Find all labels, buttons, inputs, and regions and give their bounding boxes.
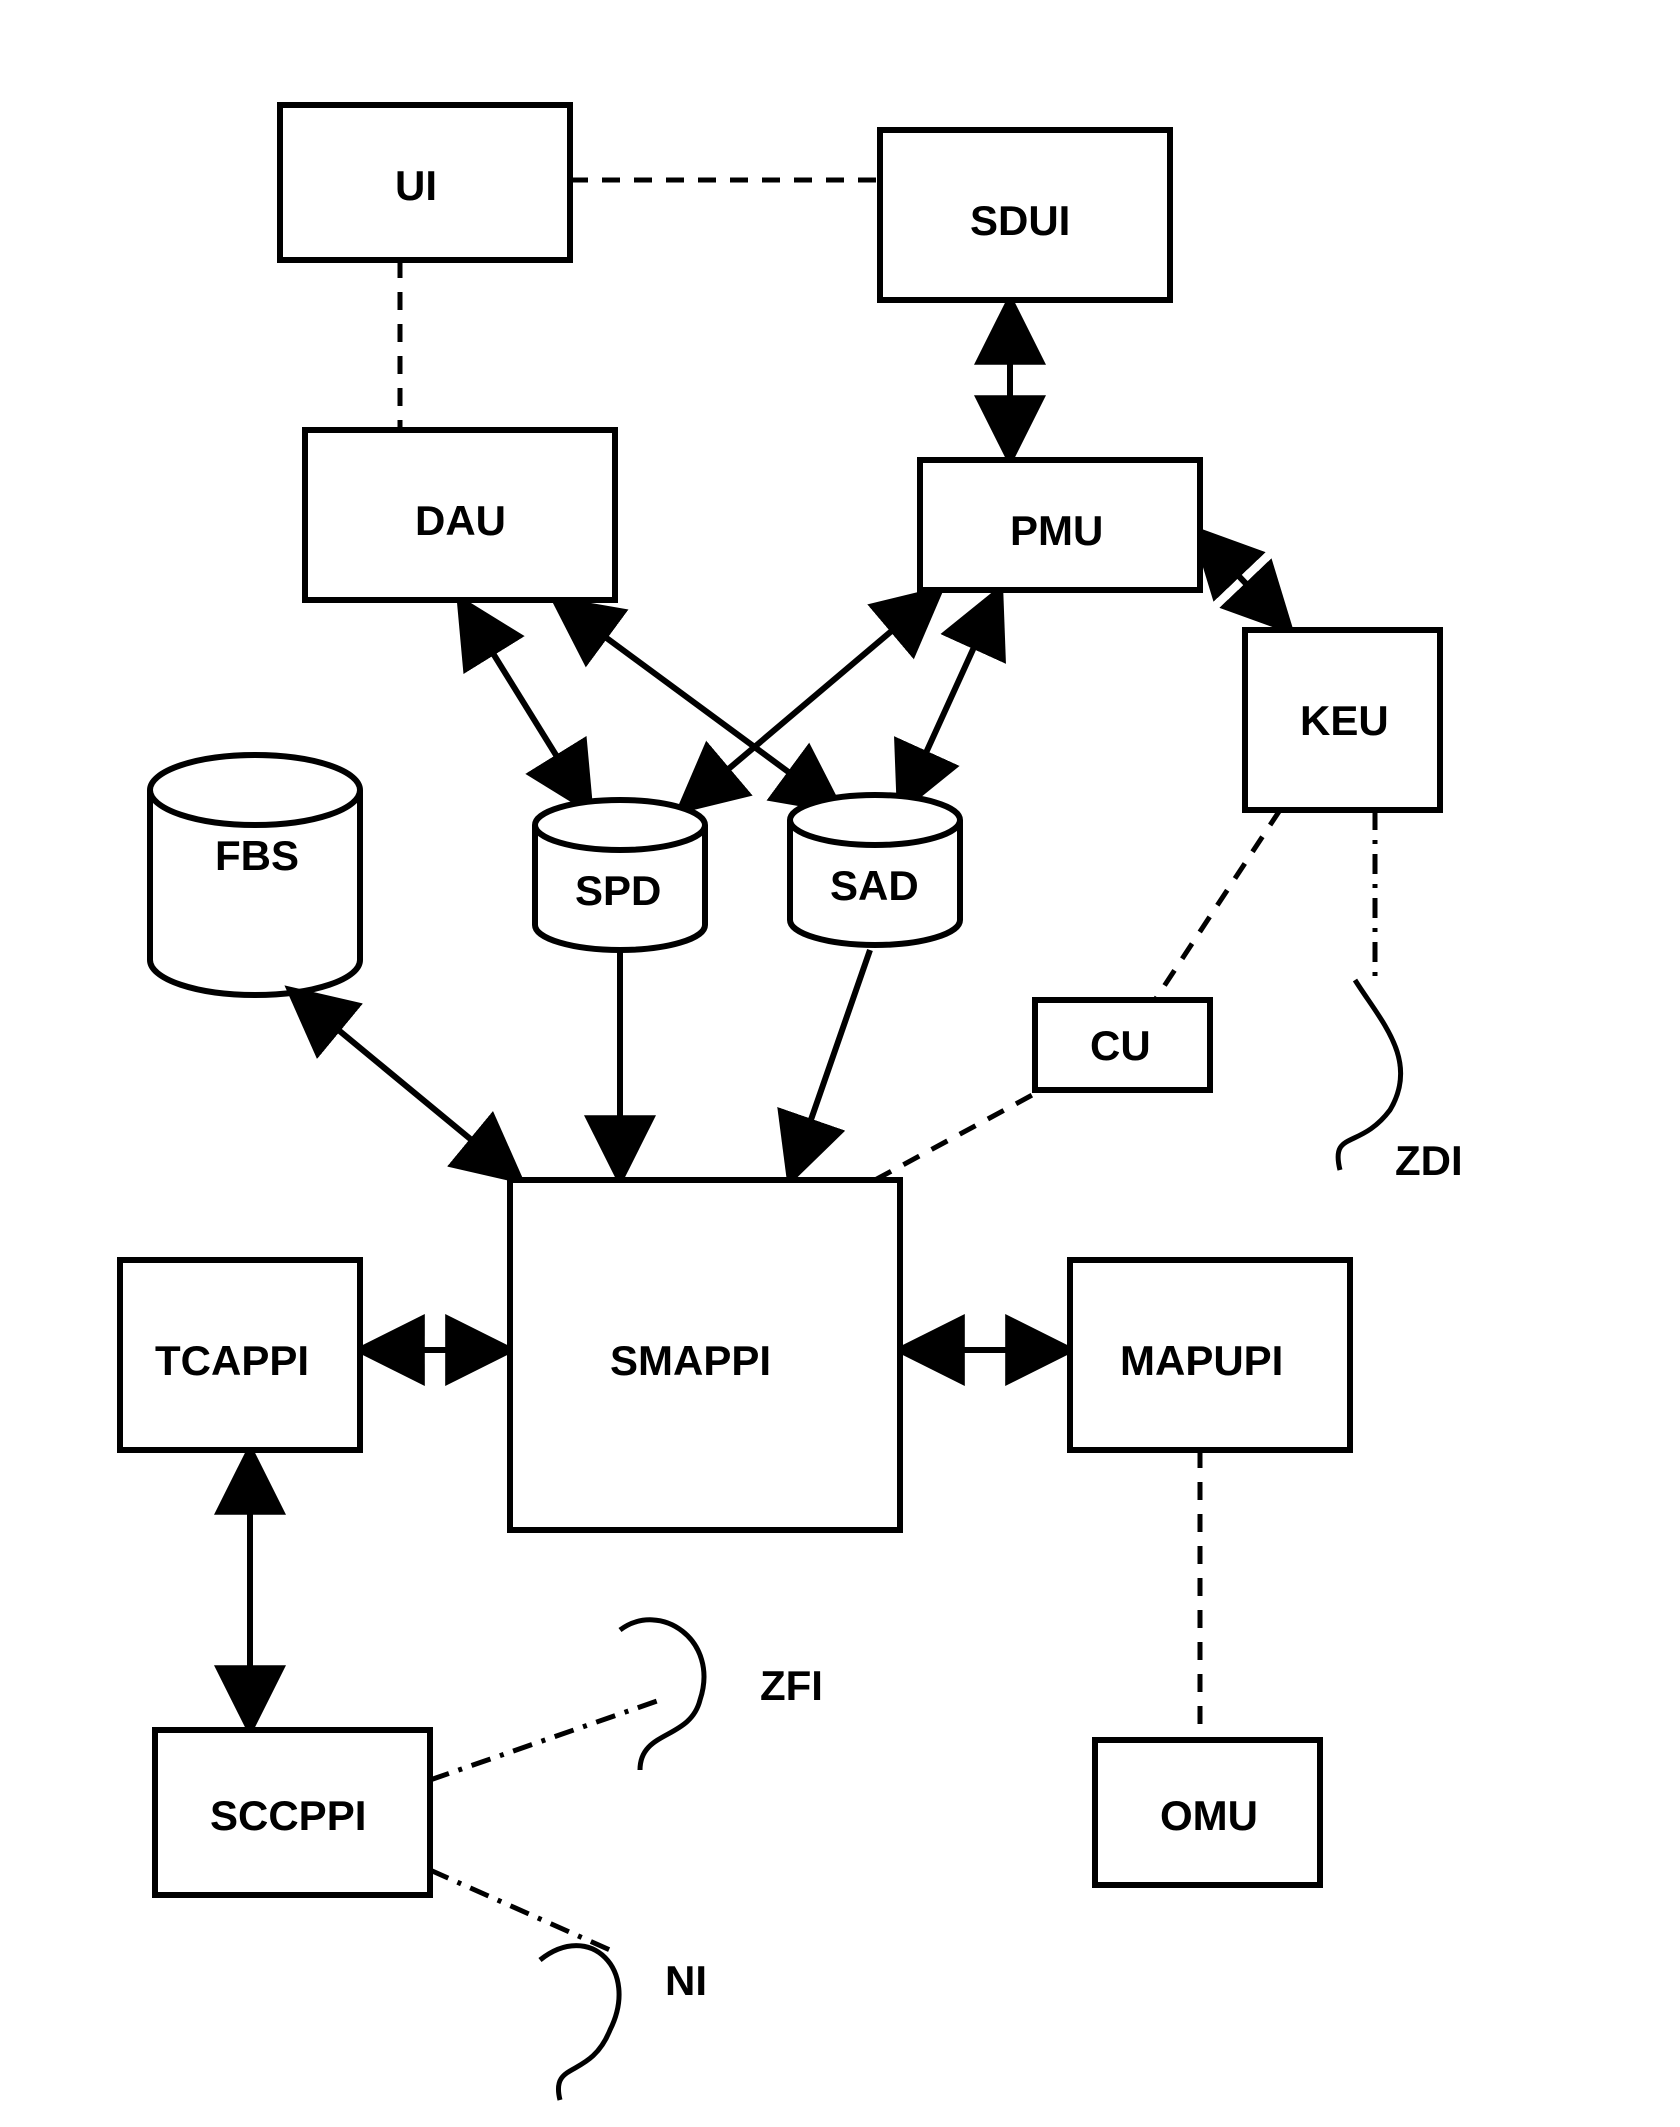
link-fbs-smappi: [290, 990, 520, 1180]
label-mapupi: MAPUPI: [1120, 1337, 1283, 1384]
link-sccppi-ni: [430, 1870, 610, 1950]
label-fbs: FBS: [215, 832, 299, 879]
label-tcappi: TCAPPI: [155, 1337, 309, 1384]
link-pmu-keu: [1195, 530, 1290, 630]
label-pmu: PMU: [1010, 507, 1103, 554]
label-smappi: SMAPPI: [610, 1337, 771, 1384]
link-dau-sad: [555, 600, 840, 810]
zdi-curve: [1338, 980, 1401, 1170]
label-ui: UI: [395, 162, 437, 209]
label-keu: KEU: [1300, 697, 1389, 744]
label-dau: DAU: [415, 497, 506, 544]
link-dau-spd: [460, 600, 590, 810]
label-zdi: ZDI: [1395, 1137, 1463, 1184]
label-spd: SPD: [575, 867, 661, 914]
label-sccppi: SCCPPI: [210, 1792, 366, 1839]
link-pmu-spd: [680, 590, 940, 810]
label-sad: SAD: [830, 862, 919, 909]
link-sccppi-zfi: [430, 1700, 660, 1780]
link-sad-smappi: [790, 950, 870, 1180]
label-ni: NI: [665, 1957, 707, 2004]
link-cu-smappi: [875, 1080, 1060, 1180]
ni-curve: [540, 1946, 619, 2100]
label-zfi: ZFI: [760, 1662, 823, 1709]
label-sdui: SDUI: [970, 197, 1070, 244]
link-pmu-sad: [900, 590, 1000, 810]
zfi-curve: [620, 1620, 704, 1770]
label-cu: CU: [1090, 1022, 1151, 1069]
label-omu: OMU: [1160, 1792, 1258, 1839]
link-keu-cu: [1155, 810, 1280, 1000]
